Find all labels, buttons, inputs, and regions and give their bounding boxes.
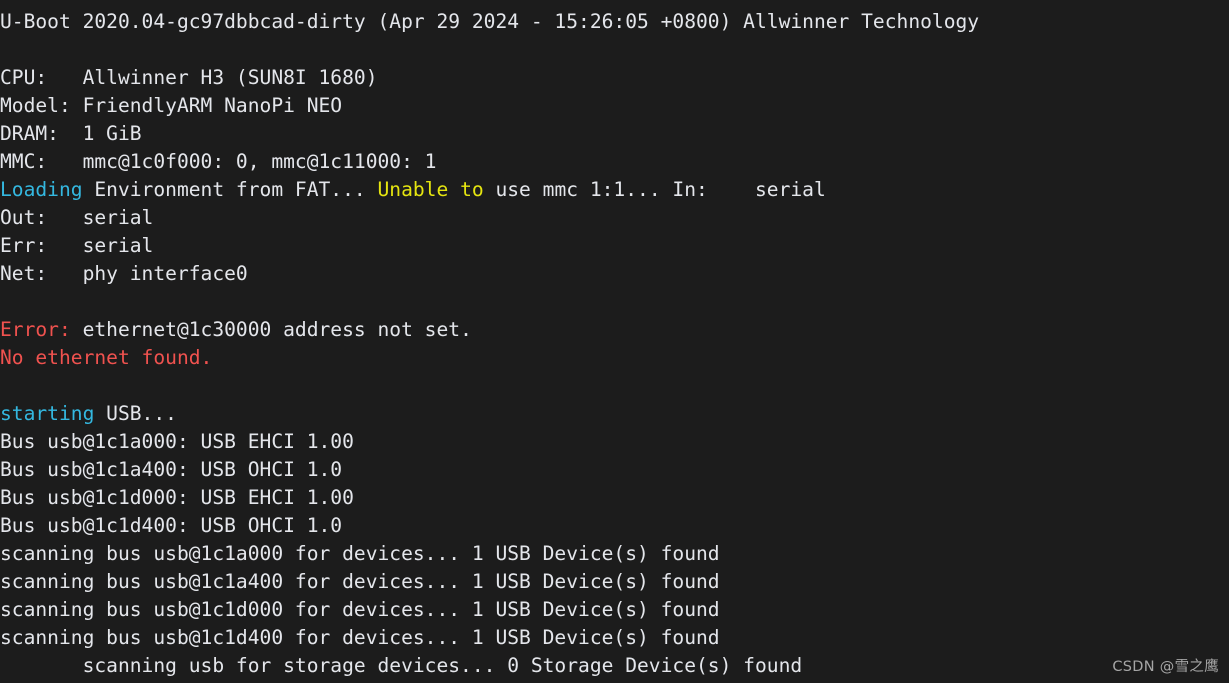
console-line: Net: phy interface0 — [0, 260, 1229, 288]
console-text-segment: MMC: mmc@1c0f000: 0, mmc@1c11000: 1 — [0, 150, 437, 173]
console-text-segment: Loading — [0, 178, 83, 201]
console-text-segment: starting — [0, 402, 95, 425]
console-text-segment: scanning usb for storage devices... 0 St… — [0, 654, 803, 677]
console-text-segment: DRAM: 1 GiB — [0, 122, 142, 145]
console-line: Out: serial — [0, 204, 1229, 232]
console-text-segment: CPU: Allwinner H3 (SUN8I 1680) — [0, 66, 378, 89]
console-line: Bus usb@1c1a000: USB EHCI 1.00 — [0, 428, 1229, 456]
console-text-segment: use mmc 1:1... In: serial — [483, 178, 826, 201]
console-line: No ethernet found. — [0, 344, 1229, 372]
console-text-segment: Bus usb@1c1a000: USB EHCI 1.00 — [0, 430, 354, 453]
console-text-segment: scanning bus usb@1c1a000 for devices... … — [0, 542, 720, 565]
console-line: Bus usb@1c1d400: USB OHCI 1.0 — [0, 512, 1229, 540]
console-line: CPU: Allwinner H3 (SUN8I 1680) — [0, 64, 1229, 92]
console-text-segment: Model: FriendlyARM NanoPi NEO — [0, 94, 343, 117]
console-line: scanning bus usb@1c1a400 for devices... … — [0, 568, 1229, 596]
console-output: U-Boot 2020.04-gc97dbbcad-dirty (Apr 29 … — [0, 8, 1229, 680]
console-text-segment: No ethernet found. — [0, 346, 213, 369]
console-line: DRAM: 1 GiB — [0, 120, 1229, 148]
console-line: scanning bus usb@1c1d000 for devices... … — [0, 596, 1229, 624]
console-line: Model: FriendlyARM NanoPi NEO — [0, 92, 1229, 120]
console-text-segment: scanning bus usb@1c1a400 for devices... … — [0, 570, 720, 593]
console-text-segment: U-Boot 2020.04-gc97dbbcad-dirty (Apr 29 … — [0, 10, 980, 33]
console-text-segment: Bus usb@1c1d400: USB OHCI 1.0 — [0, 514, 343, 537]
console-text-segment: Bus usb@1c1d000: USB EHCI 1.00 — [0, 486, 354, 509]
console-line: Err: serial — [0, 232, 1229, 260]
console-line: scanning bus usb@1c1a000 for devices... … — [0, 540, 1229, 568]
terminal-console[interactable]: U-Boot 2020.04-gc97dbbcad-dirty (Apr 29 … — [0, 0, 1229, 683]
console-text-segment: Err: serial — [0, 234, 154, 257]
console-line: U-Boot 2020.04-gc97dbbcad-dirty (Apr 29 … — [0, 8, 1229, 36]
console-line: Loading Environment from FAT... Unable t… — [0, 176, 1229, 204]
console-line: Bus usb@1c1a400: USB OHCI 1.0 — [0, 456, 1229, 484]
console-text-segment: Net: phy interface0 — [0, 262, 248, 285]
console-text-segment: ethernet@1c30000 address not set. — [70, 318, 472, 341]
console-line: starting USB... — [0, 400, 1229, 428]
console-line: Error: ethernet@1c30000 address not set. — [0, 316, 1229, 344]
console-text-segment: scanning bus usb@1c1d000 for devices... … — [0, 598, 720, 621]
console-text-segment: Out: serial — [0, 206, 154, 229]
console-text-segment: USB... — [94, 402, 177, 425]
console-text-segment: Environment from FAT... — [82, 178, 378, 201]
console-text-segment: Bus usb@1c1a400: USB OHCI 1.0 — [0, 458, 343, 481]
console-line: scanning bus usb@1c1d400 for devices... … — [0, 624, 1229, 652]
console-line: scanning usb for storage devices... 0 St… — [0, 652, 1229, 680]
console-line: MMC: mmc@1c0f000: 0, mmc@1c11000: 1 — [0, 148, 1229, 176]
console-text-segment: scanning bus usb@1c1d400 for devices... … — [0, 626, 720, 649]
console-text-segment: Unable to — [377, 178, 484, 201]
console-text-segment: Error: — [0, 318, 71, 341]
console-line: Bus usb@1c1d000: USB EHCI 1.00 — [0, 484, 1229, 512]
